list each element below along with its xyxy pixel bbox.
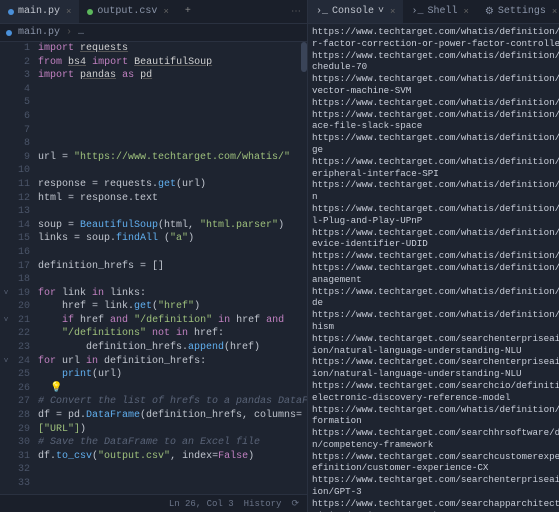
chevron-down-icon[interactable]: ˅ — [378, 6, 384, 17]
python-dot-icon — [8, 9, 14, 15]
more-icon[interactable]: ⋯ — [285, 6, 307, 18]
tab-output-csv[interactable]: output.csv × — [79, 0, 176, 23]
console-line: https://www.techtarget.com/whatis/defini… — [312, 26, 559, 50]
tab-label: Console — [332, 6, 374, 17]
console-line: https://www.techtarget.com/whatis/defini… — [312, 227, 559, 251]
refresh-icon[interactable]: ⟳ — [291, 499, 299, 509]
console-line: https://www.techtarget.com/searchcio/def… — [312, 380, 559, 404]
close-icon[interactable]: × — [463, 7, 468, 17]
gear-icon: ⚙ — [485, 6, 494, 18]
tab-label: main.py — [18, 6, 60, 17]
console-line: https://www.techtarget.com/whatis/defini… — [312, 50, 559, 74]
editor-tabbar: main.py × output.csv × + ⋯ — [0, 0, 307, 24]
console-line: https://www.techtarget.com/whatis/defini… — [312, 262, 559, 286]
console-line: https://www.techtarget.com/whatis/defini… — [312, 203, 559, 227]
console-line: https://www.techtarget.com/searchenterpr… — [312, 474, 559, 498]
close-icon[interactable]: × — [390, 7, 395, 17]
console-line: https://www.techtarget.com/whatis/defini… — [312, 286, 559, 310]
lightbulb-icon[interactable]: 💡 — [50, 383, 62, 394]
new-tab-button[interactable]: + — [177, 6, 199, 17]
line-numbers: 12345678 910111213141516 171819202122232… — [12, 42, 34, 494]
fold-gutter[interactable]: ˅ ˅ ˅ — [0, 42, 12, 494]
fold-icon[interactable]: ˅ — [0, 355, 12, 369]
tools-tabbar: ›_ Console ˅ × ›_ Shell × ⚙ Settings × +… — [308, 0, 559, 24]
console-line: https://www.techtarget.com/whatis/defini… — [312, 309, 559, 333]
console-line: https://www.techtarget.com/whatis/defini… — [312, 132, 559, 156]
console-line: https://www.techtarget.com/searchhrsoftw… — [312, 427, 559, 451]
scrollbar[interactable] — [301, 42, 307, 72]
tab-label: output.csv — [97, 6, 157, 17]
history-button[interactable]: History — [244, 499, 282, 509]
tab-main-py[interactable]: main.py × — [0, 0, 79, 23]
close-icon[interactable]: × — [163, 7, 168, 17]
console-line: https://www.techtarget.com/whatis/defini… — [312, 404, 559, 428]
console-line: https://www.techtarget.com/searchapparch… — [312, 498, 559, 512]
close-icon[interactable]: × — [66, 7, 71, 17]
breadcrumb-file[interactable]: main.py — [18, 27, 60, 38]
tab-label: Shell — [427, 6, 457, 17]
console-output[interactable]: https://www.techtarget.com/whatis/defini… — [308, 24, 559, 512]
tab-settings[interactable]: ⚙ Settings × — [477, 0, 559, 23]
console-line: https://www.techtarget.com/searchenterpr… — [312, 333, 559, 357]
console-line: https://www.techtarget.com/searchcustome… — [312, 451, 559, 475]
csv-dot-icon — [87, 9, 93, 15]
console-line: https://www.techtarget.com/searchenterpr… — [312, 356, 559, 380]
console-line: https://www.techtarget.com/whatis/defini… — [312, 250, 559, 262]
console-line: https://www.techtarget.com/whatis/defini… — [312, 179, 559, 203]
tab-label: Settings — [498, 6, 546, 17]
tab-console[interactable]: ›_ Console ˅ × — [308, 0, 403, 23]
fold-icon[interactable]: ˅ — [0, 314, 12, 328]
close-icon[interactable]: × — [552, 7, 557, 17]
console-line: https://www.techtarget.com/whatis/defini… — [312, 109, 559, 133]
cursor-position[interactable]: Ln 26, Col 3 — [169, 499, 234, 509]
code-area[interactable]: import requests from bs4 import Beautifu… — [34, 42, 307, 494]
console-line: https://www.techtarget.com/whatis/defini… — [312, 97, 559, 109]
breadcrumb: main.py › … — [0, 24, 307, 42]
console-line: https://www.techtarget.com/whatis/defini… — [312, 156, 559, 180]
console-line: https://www.techtarget.com/whatis/defini… — [312, 73, 559, 97]
tab-shell[interactable]: ›_ Shell × — [403, 0, 476, 23]
code-editor[interactable]: ˅ ˅ ˅ 12345678 910111213141516 171819202… — [0, 42, 307, 494]
breadcrumb-crumb[interactable]: … — [78, 27, 84, 38]
statusbar: Ln 26, Col 3 History ⟳ — [0, 494, 307, 512]
python-dot-icon — [6, 30, 12, 36]
fold-icon[interactable]: ˅ — [0, 287, 12, 301]
